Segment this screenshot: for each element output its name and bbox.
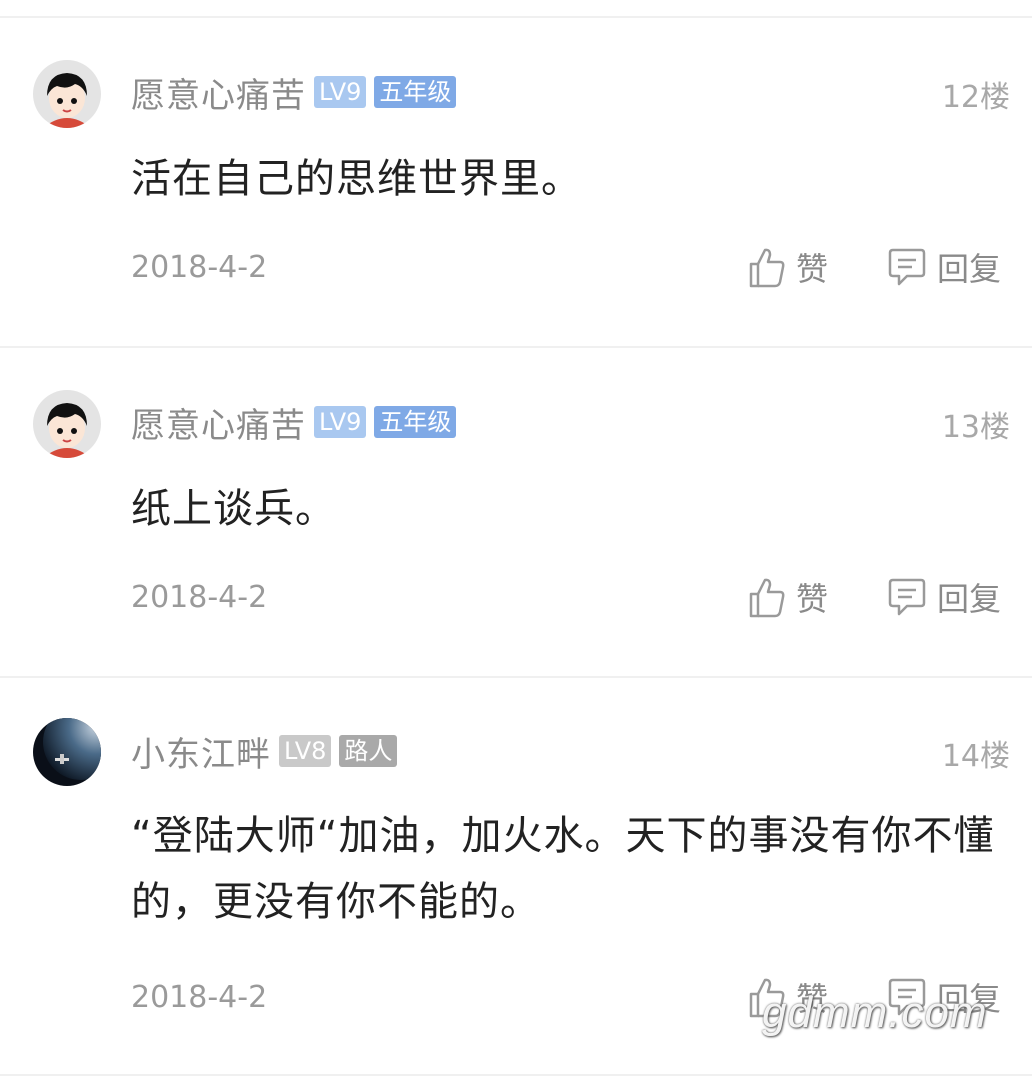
- watermark: gdmm.com: [762, 988, 988, 1037]
- reply-label: 回复: [937, 580, 1002, 618]
- floor-number: 13楼: [941, 410, 1010, 445]
- like-label: 赞: [796, 250, 829, 288]
- rank-badge: 路人: [339, 735, 398, 767]
- username[interactable]: 愿意心痛苦: [131, 68, 306, 117]
- space-photo-avatar-icon[interactable]: [33, 718, 101, 786]
- comment-content: 活在自己的思维世界里。: [131, 156, 582, 202]
- divider: [0, 346, 1032, 348]
- divider: [0, 676, 1032, 678]
- cartoon-avatar-icon[interactable]: [33, 390, 101, 458]
- thumbs-up-icon: [748, 576, 786, 618]
- user-info-row: 愿意心痛苦 LV9 五年级: [131, 72, 457, 116]
- rank-badge: 五年级: [374, 406, 457, 438]
- floor-number: 12楼: [941, 80, 1010, 115]
- comment-list: 愿意心痛苦 LV9 五年级 12楼 活在自己的思维世界里。 2018-4-2 赞: [0, 0, 1032, 1078]
- like-button[interactable]: 赞: [748, 572, 828, 622]
- level-badge: LV9: [314, 406, 367, 438]
- reply-button[interactable]: 回复: [887, 572, 1001, 622]
- cartoon-avatar-icon[interactable]: [33, 60, 101, 128]
- like-label: 赞: [796, 580, 829, 618]
- reply-button[interactable]: 回复: [887, 242, 1001, 292]
- comment-date: 2018-4-2: [131, 980, 268, 1015]
- divider: [0, 16, 1032, 18]
- level-badge: LV8: [279, 735, 332, 767]
- username[interactable]: 愿意心痛苦: [131, 398, 306, 447]
- comment-date: 2018-4-2: [131, 250, 268, 285]
- user-info-row: 愿意心痛苦 LV9 五年级: [131, 402, 457, 446]
- floor-number: 14楼: [941, 739, 1010, 774]
- divider: [0, 1074, 1032, 1076]
- comment-bubble-icon: [887, 576, 927, 618]
- level-badge: LV9: [314, 76, 367, 108]
- like-button[interactable]: 赞: [748, 242, 828, 292]
- user-info-row: 小东江畔 LV8 路人: [131, 731, 398, 775]
- username[interactable]: 小东江畔: [131, 727, 271, 776]
- reply-label: 回复: [937, 250, 1002, 288]
- comment-content: 纸上谈兵。: [131, 486, 336, 532]
- thumbs-up-icon: [748, 246, 786, 288]
- comment-bubble-icon: [887, 246, 927, 288]
- comment-date: 2018-4-2: [131, 580, 268, 615]
- rank-badge: 五年级: [374, 76, 457, 108]
- comment-content: “登陆大师“加油，加火水。天下的事没有你不懂的，更没有你不能的。: [131, 813, 995, 925]
